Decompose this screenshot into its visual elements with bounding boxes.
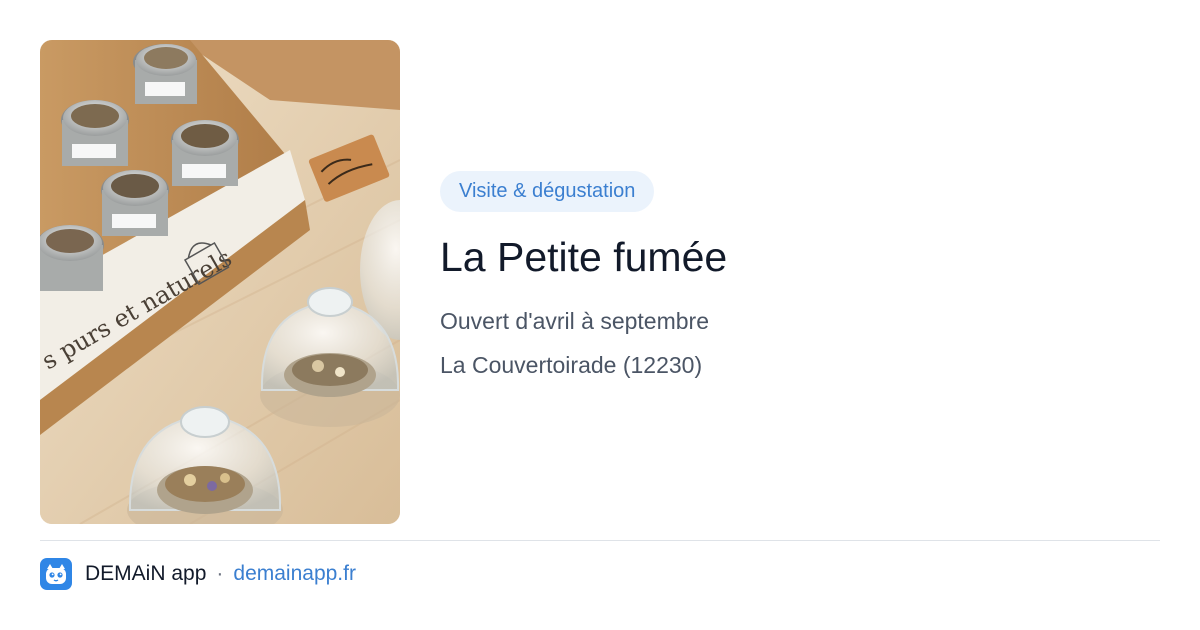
- footer-divider: [40, 540, 1160, 541]
- demain-app-logo-icon: [40, 558, 72, 590]
- category-badge: Visite & dégustation: [440, 171, 655, 212]
- opening-period: Ouvert d'avril à septembre: [440, 308, 710, 334]
- location-text: La Couvertoirade (12230): [440, 352, 703, 378]
- site-link[interactable]: demainapp.fr: [233, 562, 356, 586]
- link-preview-card[interactable]: s purs et naturels Visite & dégustation …: [0, 0, 1200, 630]
- page-title: La Petite fumée: [440, 234, 728, 280]
- preview-image: s purs et naturels: [40, 40, 400, 524]
- preview-content: Visite & dégustation La Petite fumée Ouv…: [440, 171, 1160, 380]
- app-name: DEMAiN app: [85, 562, 207, 585]
- separator: ·: [216, 562, 224, 585]
- footer: DEMAiN app · demainapp.fr: [40, 558, 356, 590]
